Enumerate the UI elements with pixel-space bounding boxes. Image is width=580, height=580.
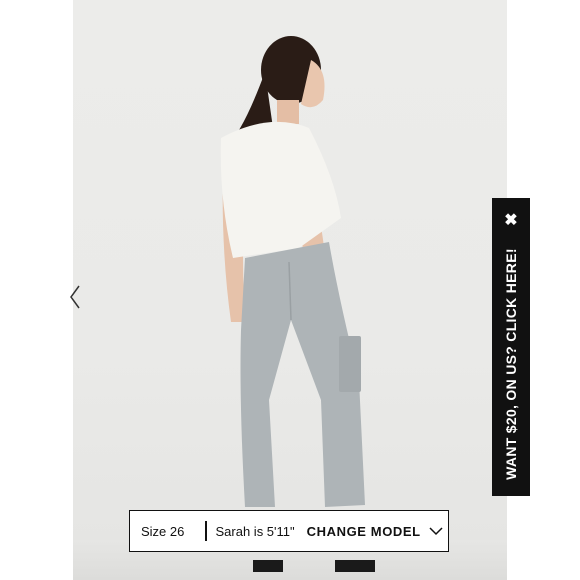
change-model-label: CHANGE MODEL [306,523,421,539]
product-photo [73,0,507,580]
divider [205,521,207,541]
promo-side-tab[interactable]: ✖ WANT $20, ON US? CLICK HERE! [492,198,530,496]
promo-text[interactable]: WANT $20, ON US? CLICK HERE! [503,248,519,480]
close-icon[interactable]: ✖ [492,210,530,230]
chevron-down-icon [429,526,443,536]
model-height-label: Sarah is 5'11" [215,523,295,539]
change-model-button[interactable]: CHANGE MODEL [307,524,443,539]
previous-image-button[interactable] [66,282,84,312]
size-label: Size 26 [141,523,185,539]
model-illustration [220,36,375,572]
chevron-left-icon [70,285,80,309]
model-fit-bar: Size 26 Sarah is 5'11" CHANGE MODEL [129,510,449,552]
